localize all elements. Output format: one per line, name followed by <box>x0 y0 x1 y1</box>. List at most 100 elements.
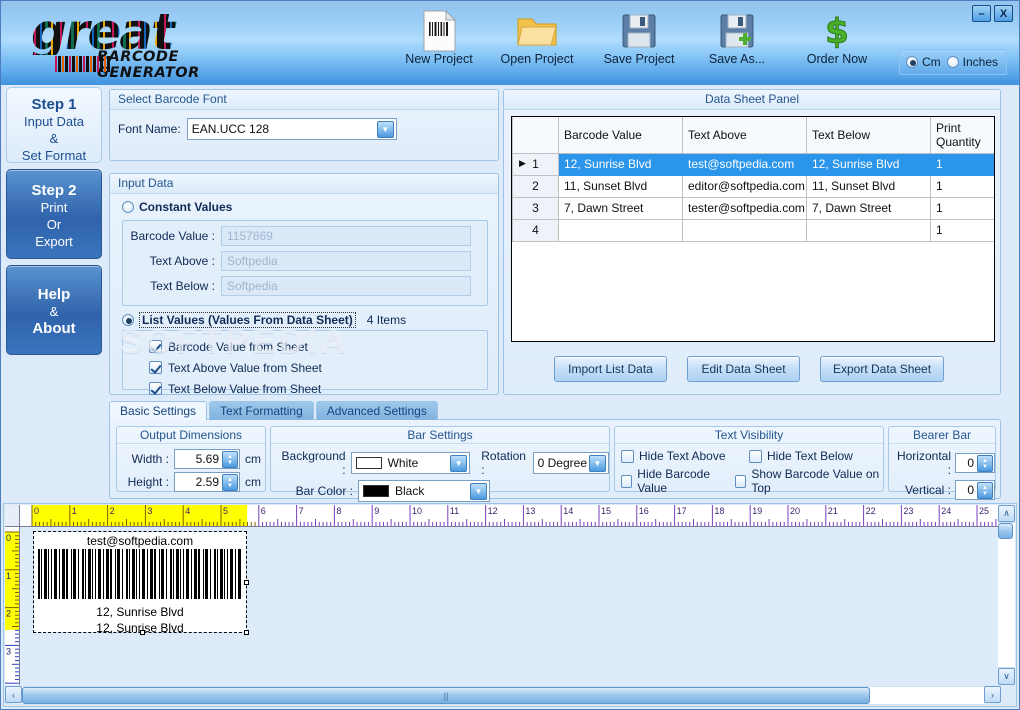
unit-cm-radio[interactable] <box>906 56 918 68</box>
resize-handle-right[interactable] <box>244 580 249 585</box>
checkbox-icon[interactable] <box>749 450 762 463</box>
chk-hide-text-above[interactable]: Hide Text Above <box>621 449 741 463</box>
save-as-button[interactable]: Save As... <box>691 9 783 75</box>
tab-text-formatting[interactable]: Text Formatting <box>209 401 314 420</box>
text-below-input[interactable]: Softpedia <box>221 276 471 296</box>
text-above-input[interactable]: Softpedia <box>221 251 471 271</box>
open-project-button[interactable]: Open Project <box>491 9 583 75</box>
col-barcode-value[interactable]: Barcode Value <box>559 117 683 153</box>
width-input[interactable]: 5.69 ▲▼ <box>174 449 240 469</box>
resize-handle-bottom[interactable] <box>140 630 145 635</box>
units-selector[interactable]: Cm Inches <box>899 49 1007 75</box>
cell-text-below[interactable]: 11, Sunset Blvd <box>807 175 931 197</box>
list-values-option[interactable]: List Values (Values From Data Sheet) 4 I… <box>122 312 406 328</box>
cell-text-above[interactable]: editor@softpedia.com <box>683 175 807 197</box>
cell-text-above[interactable]: test@softpedia.com <box>683 153 807 175</box>
export-data-sheet-button[interactable]: Export Data Sheet <box>820 356 944 382</box>
new-project-button[interactable]: New Project <box>393 9 485 75</box>
resize-handle-corner[interactable] <box>244 630 249 635</box>
cell-barcode-value[interactable] <box>559 219 683 241</box>
row-number[interactable]: 2 <box>513 175 559 197</box>
vertical-scroll-thumb[interactable] <box>998 523 1013 539</box>
chevron-down-icon[interactable]: ▼ <box>377 121 394 138</box>
bearer-horizontal-stepper[interactable]: ▲▼ <box>977 455 993 472</box>
cell-text-above[interactable] <box>683 219 807 241</box>
chevron-down-icon[interactable]: ▼ <box>589 455 606 472</box>
import-list-data-button[interactable]: Import List Data <box>554 356 667 382</box>
tab-advanced-settings[interactable]: Advanced Settings <box>316 401 438 420</box>
minimize-button[interactable]: – <box>972 5 991 22</box>
horizontal-scrollbar[interactable]: ‹ || › <box>5 686 1001 705</box>
table-row[interactable]: 3 7, Dawn Street tester@softpedia.com 7,… <box>513 197 995 219</box>
edit-data-sheet-button[interactable]: Edit Data Sheet <box>687 356 800 382</box>
scroll-up-button[interactable]: ∧ <box>998 505 1015 522</box>
vertical-scrollbar[interactable]: ∧ ∨ <box>998 505 1015 685</box>
cell-barcode-value[interactable]: 11, Sunset Blvd <box>559 175 683 197</box>
horizontal-scroll-thumb[interactable]: || <box>22 687 870 704</box>
close-button[interactable]: X <box>994 5 1013 22</box>
unit-cm-option[interactable]: Cm <box>906 55 941 69</box>
bearer-vertical-input[interactable]: 0 ▲▼ <box>955 480 995 500</box>
bearer-horizontal-input[interactable]: 0 ▲▼ <box>955 453 995 473</box>
barcode-label-preview[interactable]: test@softpedia.com 12, Sunrise Blvd 12, … <box>34 532 246 632</box>
table-row[interactable]: 4 1 <box>513 219 995 241</box>
scroll-down-button[interactable]: ∨ <box>998 668 1015 685</box>
col-print-quantity[interactable]: Print Quantity <box>931 117 995 153</box>
vertical-scroll-track[interactable] <box>998 522 1015 668</box>
cell-text-below[interactable] <box>807 219 931 241</box>
constant-values-option[interactable]: Constant Values <box>122 200 232 214</box>
cell-text-above[interactable]: tester@softpedia.com <box>683 197 807 219</box>
height-input[interactable]: 2.59 ▲▼ <box>174 472 240 492</box>
cell-barcode-value[interactable]: 12, Sunrise Blvd <box>559 153 683 175</box>
checkbox-icon[interactable] <box>149 361 162 374</box>
scroll-left-button[interactable]: ‹ <box>5 686 22 703</box>
cell-print-quantity[interactable]: 1 <box>931 197 995 219</box>
chk-show-barcode-on-top[interactable]: Show Barcode Value on Top <box>735 467 883 495</box>
chk-text-below-from-sheet[interactable]: Text Below Value from Sheet <box>149 378 487 399</box>
save-project-button[interactable]: Save Project <box>593 9 685 75</box>
chk-text-above-from-sheet[interactable]: Text Above Value from Sheet <box>149 357 487 378</box>
scroll-right-button[interactable]: › <box>984 686 1001 703</box>
horizontal-scroll-track[interactable]: || <box>22 686 984 705</box>
unit-inches-option[interactable]: Inches <box>947 55 998 69</box>
cell-print-quantity[interactable]: 1 <box>931 153 995 175</box>
chk-hide-barcode-value[interactable]: Hide Barcode Value <box>621 467 727 495</box>
data-sheet-grid[interactable]: Barcode Value Text Above Text Below Prin… <box>511 116 995 342</box>
checkbox-icon[interactable] <box>621 450 634 463</box>
col-text-above[interactable]: Text Above <box>683 117 807 153</box>
cell-print-quantity[interactable]: 1 <box>931 219 995 241</box>
chevron-down-icon[interactable]: ▼ <box>450 455 467 472</box>
cell-text-below[interactable]: 12, Sunrise Blvd <box>807 153 931 175</box>
rotation-select[interactable]: 0 Degree ▼ <box>533 452 609 474</box>
label-canvas[interactable]: test@softpedia.com 12, Sunrise Blvd 12, … <box>20 527 998 684</box>
unit-inches-radio[interactable] <box>947 56 959 68</box>
cell-barcode-value[interactable]: 7, Dawn Street <box>559 197 683 219</box>
row-number[interactable]: ▶ 1 <box>513 153 559 175</box>
cell-print-quantity[interactable]: 1 <box>931 175 995 197</box>
height-stepper[interactable]: ▲▼ <box>222 474 238 491</box>
barcode-value-input[interactable]: 1157869 <box>221 226 471 246</box>
cell-text-below[interactable]: 7, Dawn Street <box>807 197 931 219</box>
step-2-button[interactable]: Step 2 Print Or Export <box>6 169 102 259</box>
checkbox-icon[interactable] <box>149 340 162 353</box>
bar-color-select[interactable]: Black ▼ <box>358 480 490 502</box>
table-row[interactable]: 2 11, Sunset Blvd editor@softpedia.com 1… <box>513 175 995 197</box>
order-now-button[interactable]: $ Order Now <box>791 9 883 75</box>
chk-hide-text-below[interactable]: Hide Text Below <box>749 449 853 463</box>
row-number[interactable]: 3 <box>513 197 559 219</box>
chevron-down-icon[interactable]: ▼ <box>470 483 487 500</box>
table-row[interactable]: ▶ 1 12, Sunrise Blvd test@softpedia.com … <box>513 153 995 175</box>
step-1-button[interactable]: Step 1 Input Data & Set Format <box>6 87 102 163</box>
background-select[interactable]: White ▼ <box>351 452 471 474</box>
list-values-radio[interactable] <box>122 314 134 326</box>
checkbox-icon[interactable] <box>621 475 632 488</box>
tab-basic-settings[interactable]: Basic Settings <box>109 401 207 420</box>
chk-barcode-from-sheet[interactable]: Barcode Value from Sheet <box>149 336 487 357</box>
checkbox-icon[interactable] <box>735 475 747 488</box>
width-stepper[interactable]: ▲▼ <box>222 451 238 468</box>
row-number[interactable]: 4 <box>513 219 559 241</box>
checkbox-icon[interactable] <box>149 382 162 395</box>
help-about-button[interactable]: Help & About <box>6 265 102 355</box>
font-name-select[interactable]: EAN.UCC 128 ▼ <box>187 118 397 140</box>
col-text-below[interactable]: Text Below <box>807 117 931 153</box>
